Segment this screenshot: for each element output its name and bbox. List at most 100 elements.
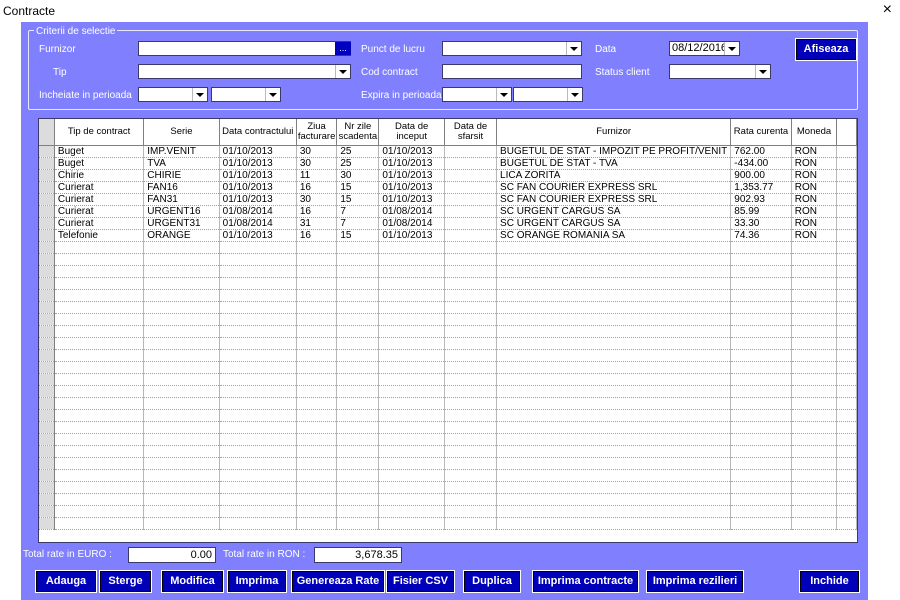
table-cell[interactable]: 11 bbox=[296, 169, 338, 182]
table-cell[interactable] bbox=[496, 517, 732, 530]
column-header[interactable]: Data de inceput bbox=[378, 119, 445, 146]
table-cell[interactable]: FAN31 bbox=[143, 193, 220, 206]
table-cell[interactable]: Curierat bbox=[54, 181, 145, 194]
table-cell[interactable] bbox=[444, 229, 498, 242]
table-cell[interactable] bbox=[496, 421, 732, 434]
table-cell[interactable] bbox=[219, 421, 297, 434]
table-cell[interactable] bbox=[496, 469, 732, 482]
empty-row[interactable] bbox=[39, 421, 857, 434]
table-cell[interactable]: 01/08/2014 bbox=[219, 217, 297, 230]
table-cell[interactable] bbox=[143, 481, 220, 494]
table-cell[interactable] bbox=[143, 361, 220, 374]
table-cell[interactable] bbox=[791, 241, 838, 254]
table-cell[interactable] bbox=[496, 337, 732, 350]
table-cell[interactable]: Chirie bbox=[54, 169, 145, 182]
table-cell[interactable] bbox=[496, 409, 732, 422]
table-cell[interactable] bbox=[296, 457, 338, 470]
row-selector[interactable] bbox=[39, 325, 55, 338]
table-cell[interactable]: 7 bbox=[336, 205, 380, 218]
table-cell[interactable] bbox=[296, 253, 338, 266]
table-cell[interactable]: RON bbox=[791, 205, 838, 218]
table-cell[interactable] bbox=[219, 505, 297, 518]
table-cell[interactable]: 15 bbox=[336, 181, 380, 194]
imprima-button[interactable]: Imprima bbox=[227, 570, 287, 593]
table-cell[interactable] bbox=[336, 241, 380, 254]
table-cell[interactable]: RON bbox=[791, 157, 838, 170]
table-cell[interactable] bbox=[730, 469, 792, 482]
table-cell[interactable]: 01/10/2013 bbox=[378, 181, 445, 194]
table-cell[interactable] bbox=[444, 517, 498, 530]
table-cell[interactable] bbox=[791, 313, 838, 326]
table-cell[interactable]: 85.99 bbox=[730, 205, 792, 218]
table-cell[interactable] bbox=[444, 253, 498, 266]
table-cell[interactable] bbox=[730, 373, 792, 386]
table-cell[interactable]: 16 bbox=[296, 181, 338, 194]
table-cell[interactable] bbox=[791, 349, 838, 362]
imprima-contracte-button[interactable]: Imprima contracte bbox=[532, 570, 639, 593]
row-selector[interactable] bbox=[39, 505, 55, 518]
table-cell[interactable] bbox=[378, 313, 445, 326]
table-cell[interactable] bbox=[791, 397, 838, 410]
table-cell[interactable] bbox=[730, 337, 792, 350]
table-cell[interactable] bbox=[219, 433, 297, 446]
table-cell[interactable] bbox=[143, 505, 220, 518]
column-header[interactable]: Data de sfarsit bbox=[444, 119, 498, 146]
table-cell[interactable] bbox=[444, 493, 498, 506]
table-cell[interactable] bbox=[444, 445, 498, 458]
table-cell[interactable] bbox=[54, 445, 145, 458]
table-cell[interactable]: RON bbox=[791, 145, 838, 158]
table-cell[interactable] bbox=[730, 385, 792, 398]
table-cell[interactable] bbox=[444, 361, 498, 374]
table-cell[interactable] bbox=[143, 421, 220, 434]
table-cell[interactable] bbox=[378, 241, 445, 254]
incheiate-from-select[interactable] bbox=[138, 87, 208, 102]
table-cell[interactable] bbox=[378, 373, 445, 386]
table-cell[interactable] bbox=[219, 409, 297, 422]
table-cell[interactable]: SC FAN COURIER EXPRESS SRL bbox=[496, 193, 732, 206]
table-cell[interactable] bbox=[336, 397, 380, 410]
table-cell[interactable]: 01/10/2013 bbox=[378, 193, 445, 206]
table-cell[interactable] bbox=[54, 397, 145, 410]
column-header[interactable]: Serie bbox=[143, 119, 220, 146]
row-selector[interactable] bbox=[39, 457, 55, 470]
table-cell[interactable] bbox=[296, 517, 338, 530]
row-selector[interactable] bbox=[39, 337, 55, 350]
table-cell[interactable] bbox=[54, 457, 145, 470]
table-cell[interactable] bbox=[143, 433, 220, 446]
table-cell[interactable]: RON bbox=[791, 229, 838, 242]
table-cell[interactable] bbox=[378, 469, 445, 482]
table-cell[interactable] bbox=[219, 325, 297, 338]
table-cell[interactable] bbox=[336, 349, 380, 362]
table-cell[interactable] bbox=[378, 277, 445, 290]
table-cell[interactable] bbox=[378, 445, 445, 458]
row-selector[interactable] bbox=[39, 397, 55, 410]
table-cell[interactable] bbox=[496, 481, 732, 494]
afiseaza-button[interactable]: Afiseaza bbox=[795, 38, 857, 61]
chevron-down-icon[interactable] bbox=[265, 88, 280, 101]
table-row[interactable]: Chirie CHIRIE 01/10/2013 11 30 01/10/2013 LICA… bbox=[39, 169, 857, 182]
table-cell[interactable] bbox=[791, 301, 838, 314]
table-cell[interactable] bbox=[296, 241, 338, 254]
empty-row[interactable] bbox=[39, 433, 857, 446]
expira-to-select[interactable] bbox=[513, 87, 583, 102]
table-cell[interactable]: BUGETUL DE STAT - TVA bbox=[496, 157, 732, 170]
table-cell[interactable] bbox=[54, 481, 145, 494]
row-selector[interactable] bbox=[39, 193, 55, 206]
row-selector[interactable] bbox=[39, 217, 55, 230]
table-cell[interactable] bbox=[219, 373, 297, 386]
table-cell[interactable] bbox=[143, 349, 220, 362]
table-cell[interactable] bbox=[444, 409, 498, 422]
empty-row[interactable] bbox=[39, 517, 857, 530]
table-cell[interactable] bbox=[336, 409, 380, 422]
table-cell[interactable]: 16 bbox=[296, 229, 338, 242]
empty-row[interactable] bbox=[39, 361, 857, 374]
table-cell[interactable] bbox=[54, 493, 145, 506]
empty-row[interactable] bbox=[39, 493, 857, 506]
table-cell[interactable]: 900.00 bbox=[730, 169, 792, 182]
row-selector[interactable] bbox=[39, 445, 55, 458]
table-cell[interactable] bbox=[730, 409, 792, 422]
row-selector[interactable] bbox=[39, 181, 55, 194]
table-cell[interactable]: 01/10/2013 bbox=[378, 157, 445, 170]
table-cell[interactable] bbox=[296, 325, 338, 338]
table-cell[interactable] bbox=[336, 325, 380, 338]
